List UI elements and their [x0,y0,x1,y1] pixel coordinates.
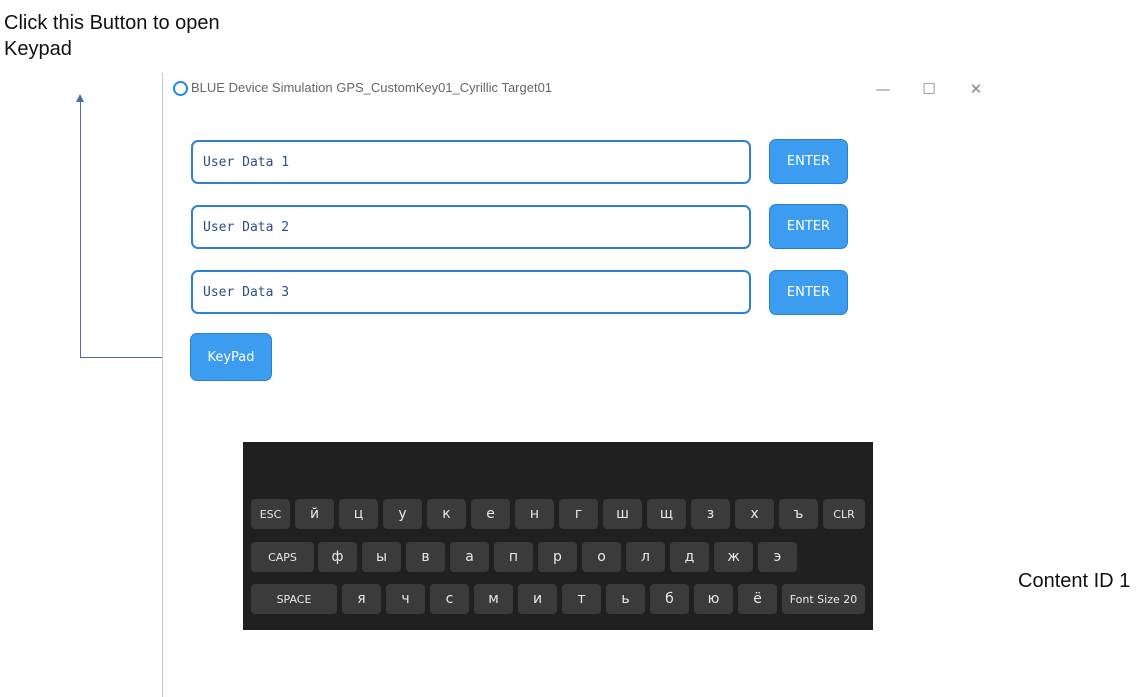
user-data-1-input[interactable] [191,140,751,184]
key-letter[interactable]: ё [738,584,777,614]
key-letter[interactable]: я [342,584,381,614]
key-letter[interactable]: с [430,584,469,614]
annotation-content-id: Content ID 1 [1018,570,1131,592]
title-bar[interactable]: BLUE Device Simulation GPS_CustomKey01_C… [163,73,999,105]
key-letter[interactable]: х [735,499,774,529]
close-button[interactable]: ✕ [961,77,991,101]
key-esc[interactable]: ESC [251,499,290,529]
key-letter[interactable]: и [518,584,557,614]
key-letter[interactable]: ъ [779,499,818,529]
annotation-arrow-up-icon [76,94,84,102]
key-space[interactable]: SPACE [251,584,337,614]
key-letter[interactable]: з [691,499,730,529]
key-letter[interactable]: ч [386,584,425,614]
key-letter[interactable]: в [406,542,445,572]
key-letter[interactable]: щ [647,499,686,529]
key-caps[interactable]: CAPS [251,542,314,572]
key-letter[interactable]: п [494,542,533,572]
onscreen-keyboard: ESC й ц у к е н г ш щ з х ъ CLR CAPS ф ы… [243,442,873,630]
enter-button-3[interactable]: ENTER [769,270,848,315]
key-letter[interactable]: ц [339,499,378,529]
annotation-line-vertical [80,100,81,358]
key-letter[interactable]: л [626,542,665,572]
key-letter[interactable]: ж [714,542,753,572]
key-letter[interactable]: д [670,542,709,572]
user-data-2-input[interactable] [191,205,751,249]
key-letter[interactable]: е [471,499,510,529]
app-window: BLUE Device Simulation GPS_CustomKey01_C… [162,73,999,697]
key-letter[interactable]: ш [603,499,642,529]
key-letter[interactable]: ф [318,542,357,572]
window-title: BLUE Device Simulation GPS_CustomKey01_C… [191,80,553,95]
key-letter[interactable]: а [450,542,489,572]
key-letter[interactable]: у [383,499,422,529]
minimize-button[interactable]: — [868,77,898,101]
key-letter[interactable]: ю [694,584,733,614]
key-letter[interactable]: г [559,499,598,529]
key-letter[interactable]: ы [362,542,401,572]
app-logo-icon [173,81,188,96]
key-letter[interactable]: э [758,542,797,572]
user-data-3-input[interactable] [191,270,751,314]
key-letter[interactable]: р [538,542,577,572]
key-letter[interactable]: й [295,499,334,529]
key-letter[interactable]: б [650,584,689,614]
key-letter[interactable]: м [474,584,513,614]
key-clr[interactable]: CLR [823,499,865,529]
key-letter[interactable]: ь [606,584,645,614]
key-letter[interactable]: н [515,499,554,529]
key-letter[interactable]: т [562,584,601,614]
keypad-button[interactable]: KeyPad [190,333,272,381]
key-letter[interactable]: о [582,542,621,572]
enter-button-2[interactable]: ENTER [769,204,848,249]
annotation-open-keypad: Click this Button to open Keypad [4,12,220,60]
maximize-button[interactable]: ☐ [914,77,944,101]
key-letter[interactable]: к [427,499,466,529]
enter-button-1[interactable]: ENTER [769,139,848,184]
key-font-size[interactable]: Font Size 20 [782,584,865,614]
